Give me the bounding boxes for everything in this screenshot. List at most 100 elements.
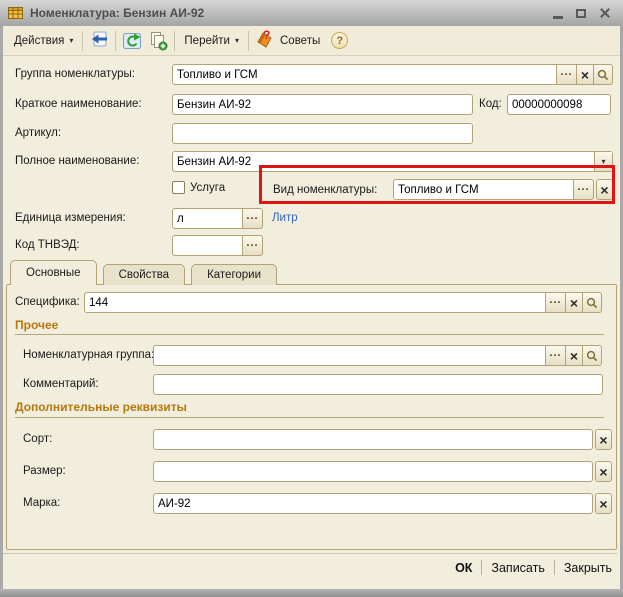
group-label: Группа номенклатуры: <box>15 68 135 80</box>
open-button[interactable] <box>594 64 613 85</box>
section-divider <box>15 417 604 418</box>
clear-icon[interactable]: × <box>595 493 612 514</box>
nomgroup-value[interactable] <box>153 345 546 366</box>
unit-value[interactable]: л <box>172 208 243 229</box>
window-title: Номенклатура: Бензин АИ-92 <box>30 6 204 20</box>
footer-separator <box>481 560 482 575</box>
toolbar: Действия ▾ <box>3 26 620 56</box>
clear-icon[interactable]: × <box>595 429 612 450</box>
tips-button[interactable]: ? Советы <box>252 31 325 50</box>
refresh-icon <box>121 31 143 51</box>
comment-label: Комментарий: <box>23 378 99 390</box>
tab-categories[interactable]: Категории <box>191 264 277 285</box>
code-label: Код: <box>479 98 502 110</box>
nomgroup-field[interactable]: ... × <box>153 345 602 366</box>
tnved-field[interactable]: ... <box>172 235 263 256</box>
tab-strip: Основные Свойства Категории <box>10 260 277 285</box>
dropdown-icon[interactable]: ▾ <box>594 152 612 171</box>
section-divider <box>15 334 604 335</box>
help-icon[interactable]: ? <box>331 32 348 49</box>
footer-divider <box>3 553 617 554</box>
nomenclature-icon <box>8 6 23 20</box>
sort-label: Сорт: <box>23 433 52 445</box>
clear-icon[interactable]: × <box>566 345 583 366</box>
specifics-value[interactable]: 144 <box>84 292 546 313</box>
clear-icon[interactable]: × <box>577 64 594 85</box>
question-mark-icon: ? <box>263 28 270 42</box>
brand-label: Марка: <box>23 497 60 509</box>
specifics-field[interactable]: 144 ... × <box>84 292 602 313</box>
brand-field[interactable]: АИ-92 <box>153 493 593 514</box>
service-checkbox[interactable] <box>172 181 185 194</box>
magnifier-icon <box>586 297 598 309</box>
full-name-label: Полное наименование: <box>15 155 139 167</box>
main-tab-panel: Специфика: 144 ... × Прочее Номенклатурн… <box>6 284 617 550</box>
toolbar-separator <box>174 31 175 51</box>
footer-separator <box>554 560 555 575</box>
kind-label: Вид номенклатуры: <box>273 184 377 196</box>
sort-field[interactable] <box>153 429 593 450</box>
write-button[interactable]: Записать <box>491 561 544 575</box>
save-arrow-icon <box>88 31 110 51</box>
open-button[interactable] <box>583 345 602 366</box>
comment-field[interactable] <box>153 374 603 395</box>
code-field[interactable]: 00000000098 <box>507 94 611 115</box>
unit-field[interactable]: л ... <box>172 208 263 229</box>
short-name-field[interactable]: Бензин АИ-92 <box>172 94 473 115</box>
clear-icon[interactable]: × <box>566 292 583 313</box>
full-name-field[interactable]: Бензин АИ-92 ▾ <box>172 151 613 172</box>
actions-button[interactable]: Действия ▾ <box>8 30 79 52</box>
toolbar-separator <box>82 31 83 51</box>
save-close-button[interactable] <box>86 30 112 52</box>
maximize-icon[interactable] <box>576 9 586 18</box>
choose-button[interactable]: ... <box>546 292 566 313</box>
unit-label: Единица измерения: <box>15 212 126 224</box>
tnved-label: Код ТНВЭД: <box>15 239 80 251</box>
magnifier-icon <box>586 350 598 362</box>
toolbar-separator <box>115 31 116 51</box>
choose-button[interactable]: ... <box>574 179 594 200</box>
specifics-label: Специфика: <box>15 296 80 308</box>
close-button[interactable]: Закрыть <box>564 561 612 575</box>
window-controls <box>553 0 611 26</box>
close-icon[interactable] <box>599 7 611 19</box>
choose-button[interactable]: ... <box>243 208 263 229</box>
group-value[interactable]: Топливо и ГСМ <box>172 64 557 85</box>
kind-field[interactable]: Топливо и ГСМ ... <box>393 179 594 200</box>
tab-properties[interactable]: Свойства <box>103 264 186 285</box>
chevron-down-icon: ▾ <box>69 36 73 45</box>
ok-button[interactable]: ОК <box>455 561 472 575</box>
open-button[interactable] <box>583 292 602 313</box>
article-field[interactable] <box>172 123 473 144</box>
kind-value[interactable]: Топливо и ГСМ <box>393 179 574 200</box>
refresh-button[interactable] <box>119 30 145 52</box>
actions-label: Действия <box>14 35 64 47</box>
service-label: Услуга <box>190 182 225 194</box>
unit-link[interactable]: Литр <box>272 212 298 224</box>
choose-button[interactable]: ... <box>546 345 566 366</box>
article-label: Артикул: <box>15 127 61 139</box>
choose-button[interactable]: ... <box>557 64 577 85</box>
group-field[interactable]: Топливо и ГСМ ... × <box>172 64 613 85</box>
goto-button[interactable]: Перейти ▾ <box>178 30 245 52</box>
minimize-icon[interactable] <box>553 16 563 19</box>
chevron-down-icon: ▾ <box>235 36 239 45</box>
goto-label: Перейти <box>184 35 230 47</box>
other-section-header: Прочее <box>15 318 58 332</box>
full-name-value[interactable]: Бензин АИ-92 <box>173 152 594 171</box>
window-frame-bottom <box>0 589 623 597</box>
tab-main[interactable]: Основные <box>10 260 97 285</box>
size-field[interactable] <box>153 461 593 482</box>
copy-add-icon <box>147 31 169 51</box>
nomenclature-window: Номенклатура: Бензин АИ-92 Действия ▾ <box>0 0 623 597</box>
additional-section-header: Дополнительные реквизиты <box>15 400 187 414</box>
short-name-label: Краткое наименование: <box>15 98 142 110</box>
tips-label: Советы <box>280 35 320 47</box>
clear-icon[interactable]: × <box>596 179 613 200</box>
choose-button[interactable]: ... <box>243 235 263 256</box>
toolbar-separator <box>248 31 249 51</box>
copy-new-button[interactable] <box>145 30 171 52</box>
titlebar: Номенклатура: Бензин АИ-92 <box>0 0 623 26</box>
clear-icon[interactable]: × <box>595 461 612 482</box>
tnved-value[interactable] <box>172 235 243 256</box>
